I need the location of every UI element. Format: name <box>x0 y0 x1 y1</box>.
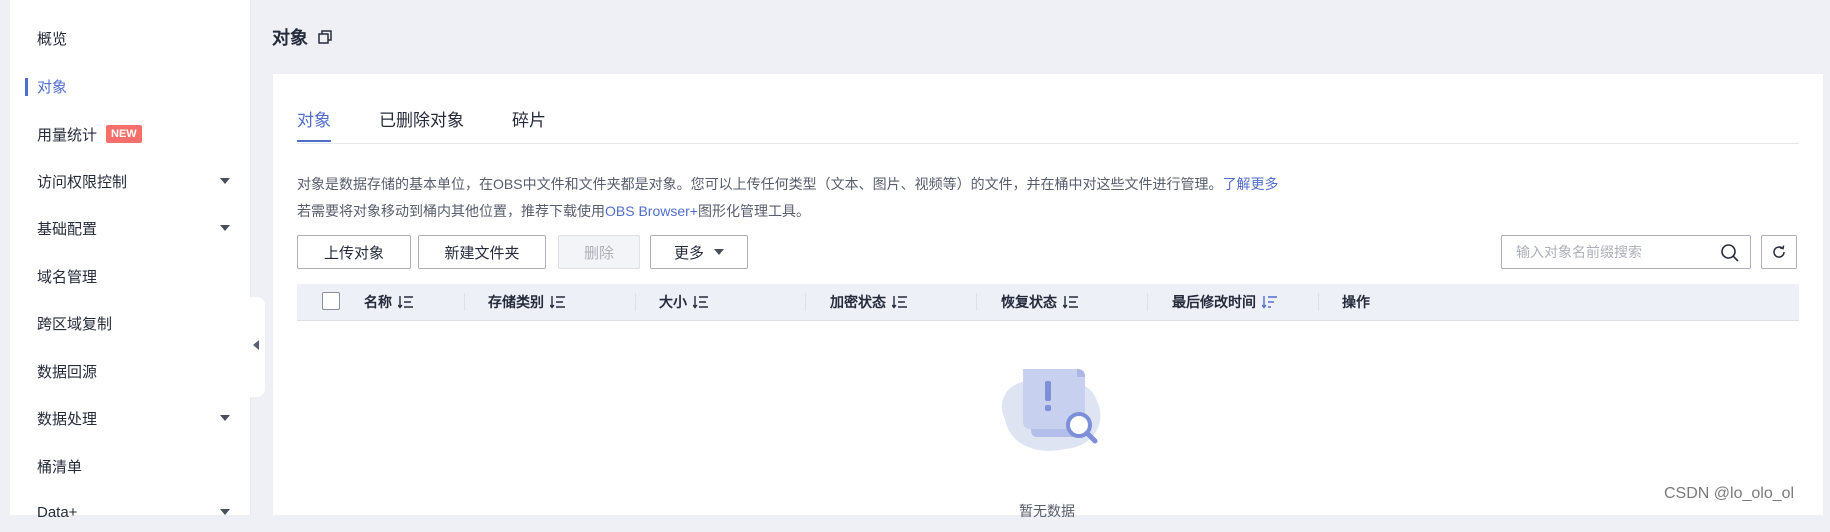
table-header: 名称 存储类别 大小 加密状态 恢复状态 最后修改时间 操作 <box>297 284 1799 321</box>
object-panel: 对象 已删除对象 碎片 对象是数据存储的基本单位，在OBS中文件和文件夹都是对象… <box>273 74 1823 519</box>
search-icon[interactable] <box>1720 243 1740 263</box>
description-text: 图形化管理工具。 <box>697 203 810 219</box>
column-divider[interactable] <box>976 293 977 311</box>
button-label: 新建文件夹 <box>444 244 520 262</box>
sidebar-item-cross-region[interactable]: 跨区域复制 <box>10 303 250 343</box>
sidebar-item-back-to-source[interactable]: 数据回源 <box>10 351 250 391</box>
sort-icon[interactable] <box>398 295 414 309</box>
sidebar-item-data-processing[interactable]: 数据处理 <box>10 398 250 438</box>
column-header-last-modified[interactable]: 最后修改时间 <box>1172 284 1278 320</box>
sidebar-item-label: 基础配置 <box>37 220 98 238</box>
sidebar-item-domain[interactable]: 域名管理 <box>10 256 250 296</box>
copy-icon[interactable] <box>317 29 333 45</box>
button-label: 删除 <box>583 244 614 262</box>
column-divider[interactable] <box>635 293 636 311</box>
chevron-down-icon <box>220 178 230 184</box>
sidebar-item-basic-config[interactable]: 基础配置 <box>10 208 250 248</box>
description-line-2: 若需要将对象移动到桶内其他位置，推荐下载使用OBS Browser+图形化管理工… <box>297 201 810 221</box>
sidebar-item-label: Data+ <box>37 503 78 521</box>
column-header-name[interactable]: 名称 <box>364 284 414 320</box>
sort-icon[interactable] <box>1063 295 1079 309</box>
empty-state-text: 暂无数据 <box>1019 503 1075 519</box>
sidebar-collapse-toggle[interactable] <box>250 297 265 397</box>
button-label: 更多 <box>673 244 704 262</box>
obs-browser-link[interactable]: OBS Browser+ <box>605 203 698 219</box>
column-header-restore-status[interactable]: 恢复状态 <box>1001 284 1079 320</box>
column-header-size[interactable]: 大小 <box>659 284 709 320</box>
search-input[interactable] <box>1514 236 1718 268</box>
sidebar-item-usage-stats[interactable]: 用量统计 NEW <box>10 114 250 154</box>
column-header-label: 大小 <box>659 294 687 310</box>
sidebar-item-label: 用量统计 <box>37 126 98 144</box>
sidebar-item-objects[interactable]: 对象 <box>10 66 250 106</box>
tab-fragments[interactable]: 碎片 <box>512 106 546 141</box>
select-all-checkbox[interactable] <box>322 292 340 310</box>
column-header-storage-class[interactable]: 存储类别 <box>488 284 566 320</box>
button-label: 上传对象 <box>323 244 384 262</box>
sidebar-item-label: 数据处理 <box>37 410 98 428</box>
search-field[interactable] <box>1501 235 1751 269</box>
column-divider[interactable] <box>464 293 465 311</box>
watermark: CSDN @lo_olo_ol <box>1664 485 1795 502</box>
tab-divider <box>297 143 1799 144</box>
column-divider[interactable] <box>1147 293 1148 311</box>
sidebar-item-data-plus[interactable]: Data+ <box>10 492 250 532</box>
empty-data-illustration <box>1001 369 1101 451</box>
description-text: 对象是数据存储的基本单位，在OBS中文件和文件夹都是对象。您可以上传任何类型（文… <box>297 176 1223 192</box>
sidebar-item-label: 桶清单 <box>37 458 83 476</box>
delete-button[interactable]: 删除 <box>558 235 640 269</box>
chevron-down-icon <box>220 509 230 515</box>
column-header-actions: 操作 <box>1342 284 1370 320</box>
column-header-label: 加密状态 <box>830 294 886 310</box>
new-badge: NEW <box>106 125 142 143</box>
sort-icon[interactable] <box>550 295 566 309</box>
sidebar-item-overview[interactable]: 概览 <box>10 18 250 58</box>
column-divider[interactable] <box>805 293 806 311</box>
description-text: 若需要将对象移动到桶内其他位置，推荐下载使用 <box>297 203 605 219</box>
column-header-label: 名称 <box>364 294 392 310</box>
chevron-down-icon <box>220 415 230 421</box>
learn-more-link[interactable]: 了解更多 <box>1223 176 1279 192</box>
refresh-button[interactable] <box>1761 235 1797 269</box>
new-folder-button[interactable]: 新建文件夹 <box>418 235 546 269</box>
upload-object-button[interactable]: 上传对象 <box>297 235 411 269</box>
column-header-label: 最后修改时间 <box>1172 294 1256 310</box>
column-divider[interactable] <box>1318 293 1319 311</box>
sidebar-item-label: 概览 <box>37 30 68 48</box>
page-title: 对象 <box>272 24 333 50</box>
chevron-down-icon <box>714 249 724 255</box>
column-header-label: 恢复状态 <box>1001 294 1057 310</box>
column-header-encryption[interactable]: 加密状态 <box>830 284 908 320</box>
page-title-text: 对象 <box>272 28 308 48</box>
sidebar-item-inventory[interactable]: 桶清单 <box>10 446 250 486</box>
refresh-icon <box>1773 245 1785 258</box>
sort-icon[interactable] <box>693 295 709 309</box>
sort-icon-active[interactable] <box>1262 295 1278 309</box>
sidebar-item-label: 数据回源 <box>37 363 98 381</box>
description-line-1: 对象是数据存储的基本单位，在OBS中文件和文件夹都是对象。您可以上传任何类型（文… <box>297 174 1279 194</box>
sidebar-item-label: 对象 <box>37 78 68 96</box>
column-header-label: 操作 <box>1342 294 1370 310</box>
column-header-label: 存储类别 <box>488 294 544 310</box>
tab-deleted-objects[interactable]: 已删除对象 <box>379 106 464 141</box>
sidebar-item-label: 跨区域复制 <box>37 315 113 333</box>
sidebar: 概览 对象 用量统计 NEW 访问权限控制 基础配置 域名管理 跨区域复制 数据… <box>10 0 251 521</box>
tab-bar: 对象 已删除对象 碎片 <box>297 106 546 142</box>
sidebar-item-label: 域名管理 <box>37 268 98 286</box>
sort-icon[interactable] <box>892 295 908 309</box>
tab-objects[interactable]: 对象 <box>297 106 331 142</box>
chevron-down-icon <box>220 225 230 231</box>
sidebar-item-label: 访问权限控制 <box>37 173 128 191</box>
sidebar-item-access-control[interactable]: 访问权限控制 <box>10 161 250 201</box>
more-dropdown-button[interactable]: 更多 <box>650 235 748 269</box>
